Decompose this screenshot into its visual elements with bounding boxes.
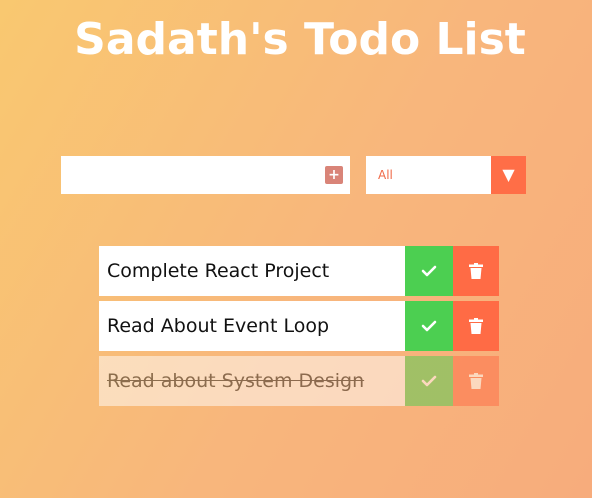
trash-icon xyxy=(469,373,483,389)
todo-item-completed: Read about System Design xyxy=(99,356,499,406)
delete-button[interactable] xyxy=(453,301,499,351)
delete-button[interactable] xyxy=(453,246,499,296)
filter-select[interactable]: All ▼ xyxy=(366,156,526,194)
todo-item: Complete React Project xyxy=(99,246,499,296)
caret-down-icon[interactable]: ▼ xyxy=(491,156,526,194)
check-icon xyxy=(421,320,437,332)
todo-text: Read About Event Loop xyxy=(99,301,405,351)
add-todo-button[interactable]: + xyxy=(325,166,343,184)
todo-item: Read About Event Loop xyxy=(99,301,499,351)
complete-button[interactable] xyxy=(405,246,453,296)
check-icon xyxy=(421,265,437,277)
complete-button[interactable] xyxy=(405,356,453,406)
filter-selected-value: All xyxy=(378,168,393,182)
check-icon xyxy=(421,375,437,387)
todo-text: Read about System Design xyxy=(99,356,405,406)
delete-button[interactable] xyxy=(453,356,499,406)
trash-icon xyxy=(469,318,483,334)
complete-button[interactable] xyxy=(405,301,453,351)
todo-list: Complete React Project Read About Event … xyxy=(99,246,499,411)
page-title: Sadath's Todo List xyxy=(74,14,526,65)
todo-input[interactable] xyxy=(61,156,316,194)
todo-text: Complete React Project xyxy=(99,246,405,296)
todo-input-container: + xyxy=(61,156,350,194)
trash-icon xyxy=(469,263,483,279)
plus-square-icon: + xyxy=(328,167,340,183)
